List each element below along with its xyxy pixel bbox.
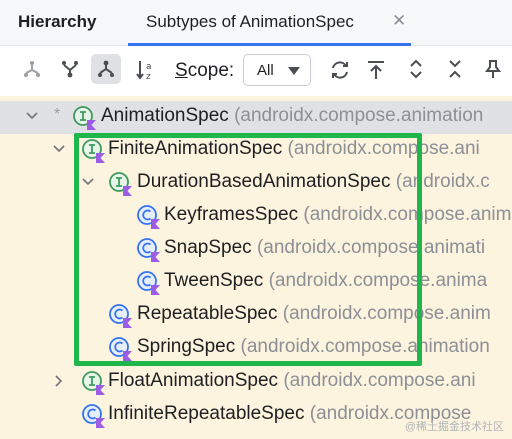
expand-all-button[interactable] [401, 54, 431, 84]
interface-icon [73, 106, 96, 130]
root-marker: * [54, 106, 61, 123]
node-package: (androidx.compose.ani [287, 138, 480, 159]
class-hierarchy-icon [62, 61, 78, 78]
node-package: (androidx.compose.animati [256, 237, 486, 258]
tree-node-springspec[interactable]: SpringSpec (androidx.compose.animation [0, 332, 512, 365]
scope-value: All [257, 62, 274, 79]
node-name: InfiniteRepeatableSpec [108, 403, 305, 424]
chevron-down-icon[interactable] [26, 112, 38, 120]
chevron-down-icon[interactable] [53, 145, 65, 153]
refresh-icon [332, 61, 348, 79]
node-package: (androidx.compose.anim [282, 303, 491, 324]
node-name: SpringSpec [137, 336, 236, 357]
supertypes-hierarchy-button[interactable] [17, 54, 47, 84]
class-icon [109, 304, 132, 328]
node-package: (androidx.compose.animation [240, 336, 490, 357]
class-icon [109, 337, 132, 361]
node-name: TweenSpec [164, 270, 264, 291]
tab-subtypes[interactable]: Subtypes of AnimationSpec ✕ [128, 0, 411, 46]
chevron-down-icon[interactable] [82, 178, 94, 186]
pin-tab-button[interactable] [479, 54, 509, 84]
node-name: FiniteAnimationSpec [108, 138, 283, 159]
chevron-right-icon[interactable] [55, 375, 63, 387]
svg-text:a: a [146, 62, 152, 72]
class-icon [137, 271, 160, 295]
close-icon[interactable]: ✕ [392, 11, 406, 31]
node-name: KeyframesSpec [164, 204, 299, 225]
hierarchy-header: Hierarchy Subtypes of AnimationSpec ✕ [0, 0, 512, 46]
node-name: SnapSpec [164, 237, 252, 258]
interface-icon [109, 172, 132, 196]
node-package: (androidx.compose.anim [303, 204, 512, 225]
tree-node-tweenspec[interactable]: TweenSpec (androidx.compose.anima [0, 266, 512, 299]
hierarchy-tree: * AnimationSpec (androidx.compose.animat… [0, 96, 512, 439]
subtypes-hierarchy-button[interactable] [91, 54, 121, 84]
sort-alpha-icon: a z [136, 61, 152, 81]
collapse-all-button[interactable] [440, 54, 470, 84]
export-icon [368, 61, 384, 79]
collapse-all-icon [449, 60, 461, 78]
class-icon [82, 404, 105, 428]
class-icon [137, 238, 160, 262]
node-package: (androidx.compose.animation [234, 105, 484, 126]
pin-icon [485, 60, 501, 78]
sort-alphabetically-button[interactable]: a z [130, 54, 160, 84]
tree-node-durationbasedanimationspec[interactable]: DurationBasedAnimationSpec (androidx.c [0, 167, 512, 200]
class-hierarchy-button[interactable] [55, 54, 85, 84]
refresh-button[interactable] [324, 54, 354, 84]
tab-label: Subtypes of AnimationSpec [146, 12, 354, 31]
supertypes-icon [24, 61, 40, 77]
panel-title: Hierarchy [18, 12, 97, 31]
interface-icon [82, 371, 105, 395]
node-package: (androidx.c [395, 171, 490, 192]
class-icon [137, 205, 160, 229]
tree-node-repeatablespec[interactable]: RepeatableSpec (androidx.compose.anim [0, 299, 512, 332]
chevron-down-icon [288, 67, 300, 75]
tree-node-snapspec[interactable]: SnapSpec (androidx.compose.animati [0, 233, 512, 266]
expand-all-icon [410, 59, 422, 79]
scope-label: Scope: [175, 60, 235, 81]
subtypes-icon [98, 60, 114, 77]
tree-node-animationspec[interactable]: * AnimationSpec (androidx.compose.animat… [0, 101, 512, 134]
node-package: (androidx.compose.anima [268, 270, 488, 291]
scope-dropdown[interactable]: All [243, 54, 311, 86]
svg-text:z: z [146, 72, 151, 81]
tree-node-floatanimationspec[interactable]: FloatAnimationSpec (androidx.compose.ani [0, 366, 512, 399]
node-name: DurationBasedAnimationSpec [137, 171, 391, 192]
tree-node-keyframesspec[interactable]: KeyframesSpec (androidx.compose.anim [0, 200, 512, 233]
watermark: @稀土掘金技术社区 [404, 421, 504, 433]
interface-icon [82, 139, 105, 163]
hierarchy-toolbar: a z Scope: All [0, 46, 512, 96]
tree-node-finiteanimationspec[interactable]: FiniteAnimationSpec (androidx.compose.an… [0, 134, 512, 167]
node-name: FloatAnimationSpec [108, 370, 279, 391]
node-package: (androidx.compose.ani [283, 370, 476, 391]
export-button[interactable] [361, 54, 391, 84]
node-name: RepeatableSpec [137, 303, 278, 324]
node-name: AnimationSpec [101, 105, 229, 126]
